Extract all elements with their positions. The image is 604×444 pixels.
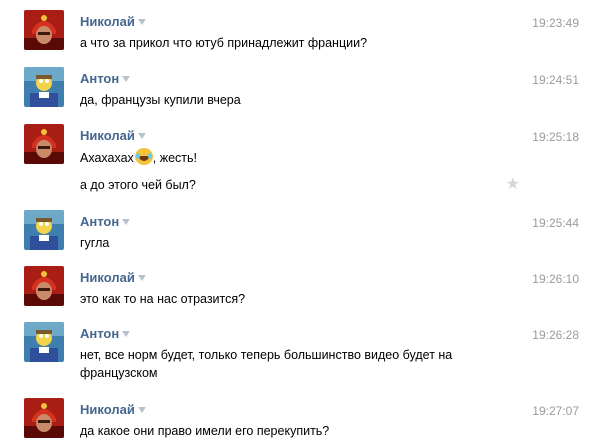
- message-timestamp: 19:23:49: [532, 16, 579, 30]
- chevron-down-icon[interactable]: [122, 76, 131, 82]
- author-name[interactable]: Антон: [80, 326, 131, 341]
- author-name[interactable]: Антон: [80, 71, 131, 86]
- author-name[interactable]: Антон: [80, 214, 131, 229]
- avatar-anton[interactable]: [24, 210, 64, 250]
- author-name[interactable]: Николай: [80, 128, 146, 143]
- author-name[interactable]: Николай: [80, 14, 146, 29]
- message-text: гугла: [80, 236, 110, 250]
- chevron-down-icon[interactable]: [137, 407, 146, 413]
- message-text-followup: а до этого чей был?: [80, 178, 196, 192]
- avatar-nikolai[interactable]: [24, 124, 64, 164]
- message-timestamp: 19:25:18: [532, 130, 579, 144]
- laughing-crying-emoji-icon: [134, 148, 153, 165]
- message-text: Ахахахах, жесть!: [80, 148, 520, 167]
- avatar-nikolai[interactable]: [24, 266, 64, 306]
- chevron-down-icon[interactable]: [122, 219, 131, 225]
- chevron-down-icon[interactable]: [122, 331, 131, 337]
- message-text: да какое они право имели его перекупить?: [80, 424, 330, 438]
- message-timestamp: 19:24:51: [532, 73, 579, 87]
- chevron-down-icon[interactable]: [137, 275, 146, 281]
- message-text: это как то на нас отразится?: [80, 292, 246, 306]
- avatar-anton[interactable]: [24, 322, 64, 362]
- star-icon[interactable]: ★: [506, 174, 520, 194]
- message-timestamp: 19:27:07: [532, 404, 579, 418]
- message-text: а что за прикол что ютуб принадлежит фра…: [80, 36, 368, 50]
- avatar-anton[interactable]: [24, 67, 64, 107]
- message-text: да, французы купили вчера: [80, 93, 241, 107]
- avatar-nikolai[interactable]: [24, 10, 64, 50]
- message-text: нет, все норм будет, только теперь больш…: [80, 348, 453, 380]
- avatar-nikolai[interactable]: [24, 398, 64, 438]
- message-timestamp: 19:25:44: [532, 216, 579, 230]
- chevron-down-icon[interactable]: [137, 19, 146, 25]
- chevron-down-icon[interactable]: [137, 133, 146, 139]
- message-timestamp: 19:26:28: [532, 328, 579, 342]
- author-name[interactable]: Николай: [80, 270, 146, 285]
- message-timestamp: 19:26:10: [532, 272, 579, 286]
- author-name[interactable]: Николай: [80, 402, 146, 417]
